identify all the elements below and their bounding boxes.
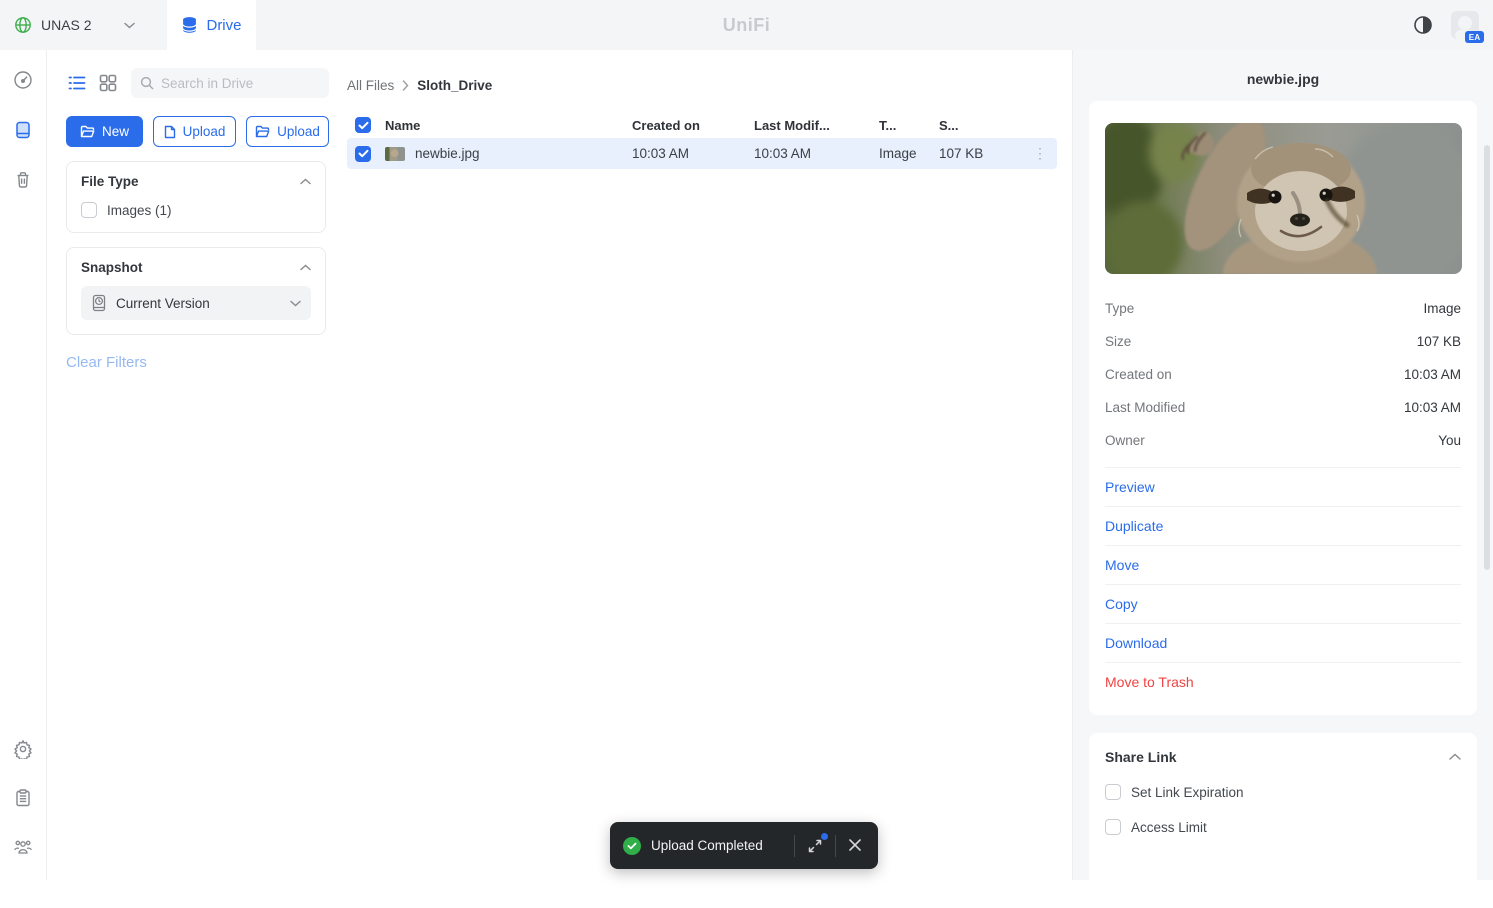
trash-icon[interactable]: [13, 170, 33, 190]
file-browser: All Files Sloth_Drive Name Created on La…: [347, 50, 1072, 880]
avatar-placeholder-icon: [1458, 16, 1472, 30]
select-all-checkbox[interactable]: [355, 117, 371, 133]
list-view-icon[interactable]: [66, 72, 88, 94]
toast-message: Upload Completed: [651, 838, 783, 853]
new-button[interactable]: New: [66, 116, 143, 147]
upload-toast: Upload Completed: [610, 822, 878, 869]
file-icon: [164, 125, 176, 139]
share-link-card: Share Link Set Link Expiration Access Li…: [1089, 733, 1477, 908]
close-icon[interactable]: [847, 837, 865, 855]
file-preview-image: [1105, 123, 1462, 274]
details-title: newbie.jpg: [1073, 71, 1493, 87]
console-selector[interactable]: UNAS 2: [0, 0, 167, 50]
file-created-on: 10:03 AM: [632, 146, 754, 161]
breadcrumb-current: Sloth_Drive: [417, 78, 492, 93]
avatar[interactable]: EA: [1451, 11, 1479, 39]
folder-icon: [255, 125, 270, 138]
detail-row-owner: OwnerYou: [1105, 424, 1461, 457]
preview-action[interactable]: Preview: [1105, 467, 1461, 506]
tab-drive-label: Drive: [206, 17, 241, 34]
console-name: UNAS 2: [41, 17, 92, 33]
log-icon[interactable]: [13, 788, 33, 808]
success-check-icon: [623, 837, 641, 855]
file-name: newbie.jpg: [415, 146, 480, 161]
users-icon[interactable]: [13, 837, 33, 857]
file-details-card: TypeImage Size107 KB Created on10:03 AM …: [1089, 101, 1477, 715]
filter-panel: New Upload Upload File Type: [47, 50, 347, 880]
top-bar: UniFi UNAS 2 Drive EA: [0, 0, 1493, 50]
grid-view-icon[interactable]: [97, 72, 119, 94]
file-type-filter-card: File Type Images (1): [66, 161, 326, 233]
tab-drive[interactable]: Drive: [167, 0, 256, 50]
snapshot-filter-card: Snapshot Current Version: [66, 247, 326, 335]
search-icon: [140, 76, 154, 90]
images-checkbox[interactable]: [81, 202, 97, 218]
copy-action[interactable]: Copy: [1105, 584, 1461, 623]
column-size[interactable]: S...: [939, 118, 1023, 133]
column-type[interactable]: T...: [879, 118, 939, 133]
chevron-down-icon: [290, 300, 301, 307]
database-icon: [181, 16, 198, 34]
clear-filters-link[interactable]: Clear Filters: [66, 354, 347, 371]
column-last-modified[interactable]: Last Modif...: [754, 118, 879, 133]
theme-toggle-icon[interactable]: [1413, 15, 1433, 35]
column-name[interactable]: Name: [385, 118, 632, 133]
upload-folder-button[interactable]: Upload: [246, 116, 329, 147]
kebab-menu-icon[interactable]: ⋮: [1023, 145, 1057, 162]
snapshot-header[interactable]: Snapshot: [81, 260, 311, 275]
access-limit-checkbox[interactable]: [1105, 819, 1121, 835]
dashboard-gauge-icon[interactable]: [13, 70, 33, 90]
details-panel: newbie.jpg: [1072, 50, 1493, 880]
table-row[interactable]: newbie.jpg 10:03 AM 10:03 AM Image 107 K…: [347, 138, 1057, 169]
share-link-header[interactable]: Share Link: [1105, 749, 1461, 765]
breadcrumb: All Files Sloth_Drive: [347, 76, 1072, 94]
gear-icon[interactable]: [13, 739, 33, 759]
chevron-up-icon: [1449, 753, 1461, 761]
detail-row-size: Size107 KB: [1105, 325, 1461, 358]
drive-icon[interactable]: [13, 120, 33, 140]
expand-icon[interactable]: [806, 837, 824, 855]
detail-row-modified: Last Modified10:03 AM: [1105, 391, 1461, 424]
breadcrumb-chevron-icon: [402, 80, 409, 91]
file-thumbnail: [385, 147, 405, 161]
upload-file-button[interactable]: Upload: [153, 116, 236, 147]
scrollbar-thumb[interactable]: [1484, 145, 1490, 570]
snapshot-version-dropdown[interactable]: Current Version: [81, 286, 311, 320]
link-expiration-checkbox[interactable]: [1105, 784, 1121, 800]
snapshot-selected-value: Current Version: [116, 296, 290, 311]
column-created-on[interactable]: Created on: [632, 118, 754, 133]
search-box[interactable]: [131, 68, 329, 98]
share-option-expiration[interactable]: Set Link Expiration: [1105, 784, 1461, 800]
left-icon-rail: [0, 50, 47, 880]
file-type: Image: [879, 146, 939, 161]
detail-row-created: Created on10:03 AM: [1105, 358, 1461, 391]
filter-option-images[interactable]: Images (1): [81, 202, 311, 218]
globe-icon: [14, 16, 32, 34]
chevron-up-icon: [300, 264, 311, 271]
chevron-up-icon: [300, 178, 311, 185]
notification-dot: [821, 833, 828, 840]
duplicate-action[interactable]: Duplicate: [1105, 506, 1461, 545]
move-to-trash-action[interactable]: Move to Trash: [1105, 662, 1461, 701]
file-actions: Preview Duplicate Move Copy Download Mov…: [1105, 467, 1461, 701]
avatar-badge: EA: [1465, 31, 1484, 43]
download-action[interactable]: Download: [1105, 623, 1461, 662]
detail-row-type: TypeImage: [1105, 292, 1461, 325]
breadcrumb-all-files[interactable]: All Files: [347, 78, 394, 93]
file-type-header[interactable]: File Type: [81, 174, 311, 189]
file-metadata: TypeImage Size107 KB Created on10:03 AM …: [1105, 292, 1461, 457]
table-header: Name Created on Last Modif... T... S...: [347, 112, 1057, 138]
share-option-access-limit[interactable]: Access Limit: [1105, 819, 1461, 835]
file-last-modified: 10:03 AM: [754, 146, 879, 161]
file-size: 107 KB: [939, 146, 1023, 161]
chevron-down-icon: [124, 22, 135, 29]
row-checkbox[interactable]: [355, 146, 371, 162]
snapshot-icon: [91, 294, 107, 312]
search-input[interactable]: [161, 76, 321, 91]
move-action[interactable]: Move: [1105, 545, 1461, 584]
folder-icon: [80, 125, 95, 138]
